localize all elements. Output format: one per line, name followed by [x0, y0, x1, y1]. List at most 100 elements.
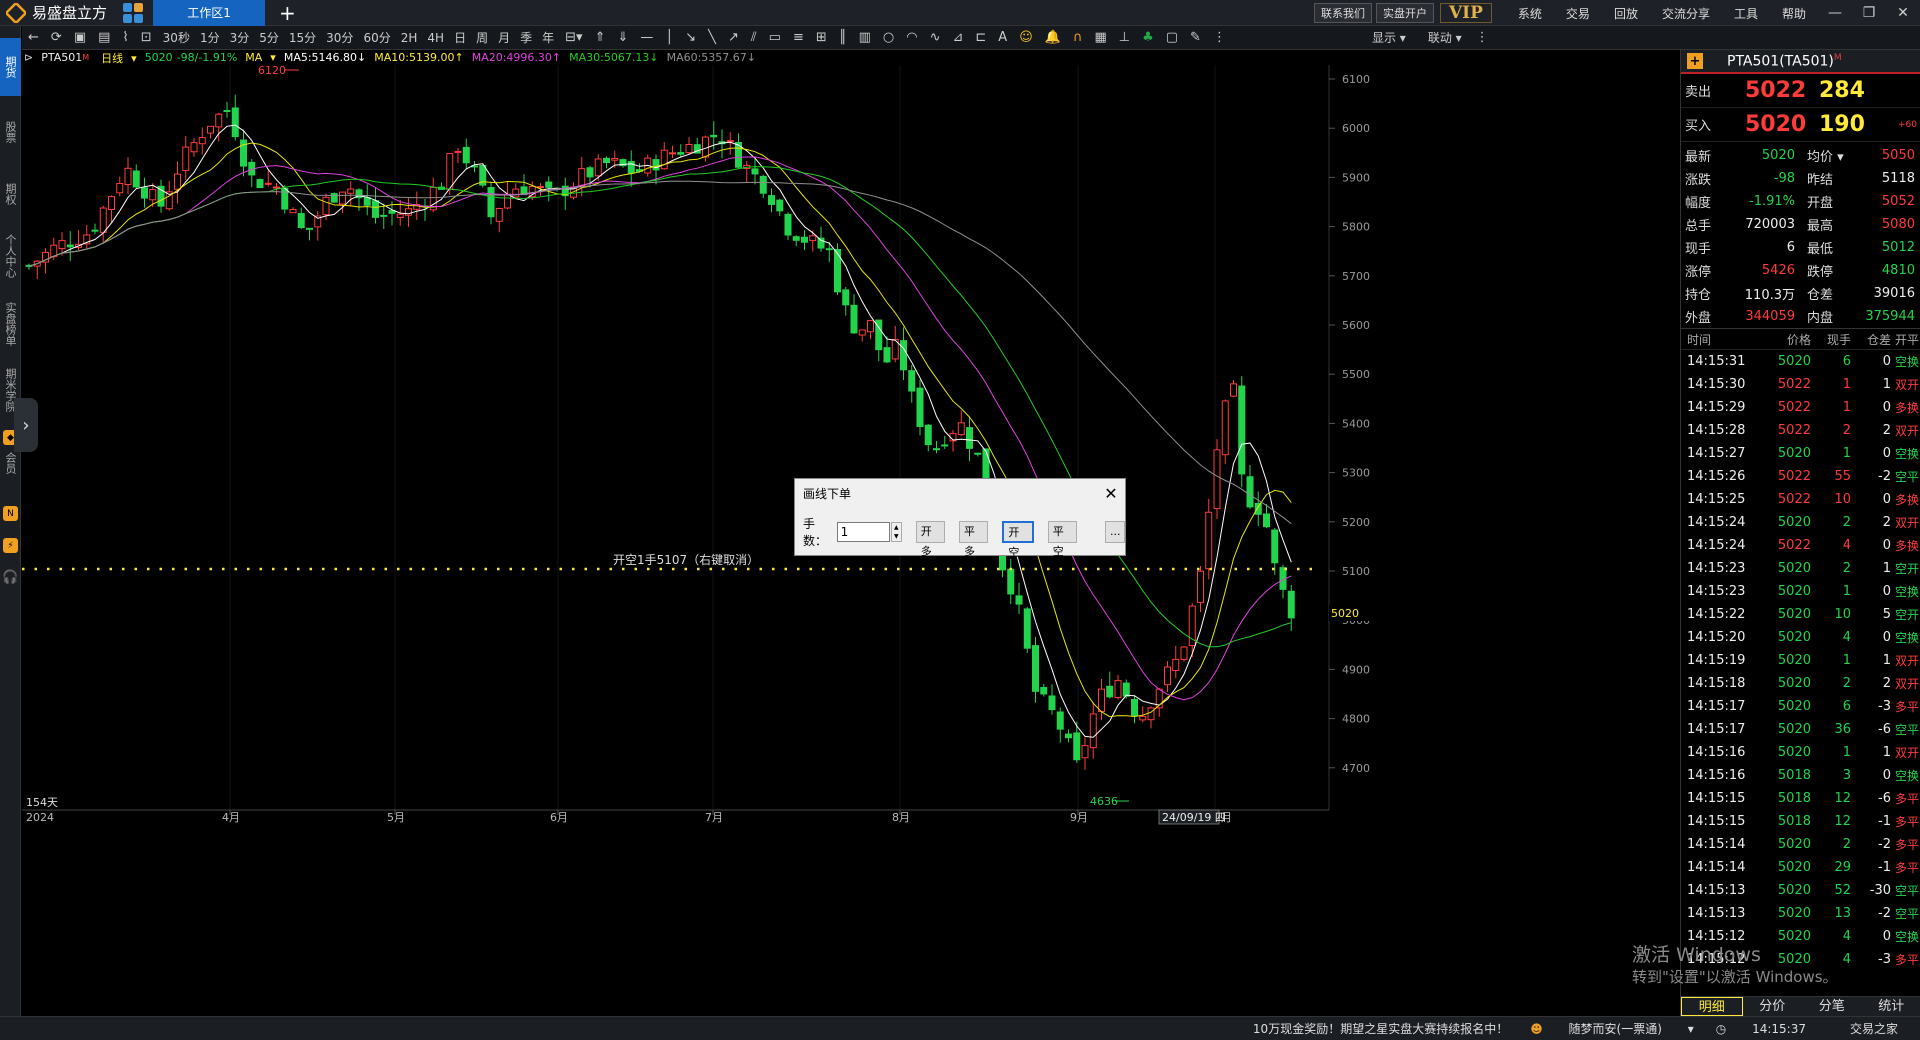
menu-trade[interactable]: 交易 — [1566, 5, 1590, 22]
magnet-icon[interactable]: ∩ — [1073, 30, 1083, 45]
open-account-button[interactable]: 实盘开户 — [1375, 3, 1434, 23]
quote-key[interactable]: 均价 ▾ — [1801, 146, 1851, 165]
sidebar-item-personal[interactable]: 个人中心 — [0, 226, 21, 286]
lock-icon[interactable]: ▢ — [1166, 30, 1178, 45]
arrow-line-icon[interactable]: ↗ — [728, 30, 739, 45]
arc-icon[interactable]: ◠ — [906, 30, 917, 45]
qty-spinner[interactable]: ▲ ▼ — [890, 522, 902, 542]
open-short-button[interactable]: 开空 — [1002, 521, 1034, 559]
symbol-name[interactable]: PTA501 — [41, 51, 82, 64]
close-icon[interactable]: ✕ — [1886, 5, 1920, 21]
period-15m[interactable]: 15分 — [289, 29, 316, 46]
channel-icon[interactable]: ⫽ — [751, 30, 757, 45]
pin-icon[interactable]: ⊥ — [1119, 30, 1130, 45]
zoom-out-icon[interactable]: ⇓ — [617, 30, 628, 45]
apps-grid-icon[interactable] — [123, 2, 144, 23]
tick-list[interactable]: 14:15:31 5020 6 0 空换 14:15:30 5022 1 1 双开 14:15:29… — [1681, 350, 1920, 971]
back-icon[interactable]: ← — [28, 30, 39, 45]
tab-detail[interactable]: 明细 — [1681, 997, 1743, 1016]
grid-line-icon[interactable]: ▥ — [859, 30, 871, 45]
menu-help[interactable]: 帮助 — [1782, 5, 1806, 22]
wave-icon[interactable]: ∿ — [930, 30, 941, 45]
vline-icon[interactable]: │ — [665, 30, 673, 45]
more-tools-icon[interactable]: ⋮ — [1213, 30, 1226, 45]
note-icon[interactable]: ▦ — [1094, 30, 1106, 45]
hline-icon[interactable]: — — [640, 30, 653, 45]
draw-order-icon[interactable]: ✎ — [1190, 30, 1201, 45]
template-icon[interactable]: ⊡ — [141, 30, 152, 45]
more-options-button[interactable]: ... — [1105, 521, 1126, 543]
period-week[interactable]: 周 — [476, 29, 488, 46]
period-year[interactable]: 年 — [542, 29, 554, 46]
period-day[interactable]: 日 — [454, 29, 466, 46]
folder-icon[interactable]: ▤ — [98, 30, 110, 45]
gann-icon[interactable]: ⊞ — [816, 30, 827, 45]
segment-icon[interactable]: ╲ — [708, 30, 716, 45]
circle-icon[interactable]: ○ — [883, 30, 894, 45]
period-quarter[interactable]: 季 — [520, 29, 532, 46]
new-icon[interactable]: N — [3, 506, 18, 521]
dialog-close-icon[interactable]: ✕ — [1097, 484, 1125, 503]
workspace-tab[interactable]: 工作区1 — [153, 0, 266, 26]
period-5m[interactable]: 5分 — [259, 29, 279, 46]
menu-share[interactable]: 交流分享 — [1662, 5, 1710, 22]
display-dropdown[interactable]: 显示 ▾ — [1372, 29, 1406, 46]
qty-input[interactable]: 1 — [836, 522, 890, 542]
tree-icon[interactable]: ♣ — [1142, 30, 1154, 45]
close-short-button[interactable]: 平空 — [1047, 521, 1078, 558]
menu-system[interactable]: 系统 — [1518, 5, 1542, 22]
custom-period-icon[interactable]: ⊟▾ — [565, 30, 582, 45]
ray-icon[interactable]: ↘ — [685, 30, 696, 45]
save-icon[interactable]: ▣ — [74, 30, 86, 45]
contact-us-button[interactable]: 联系我们 — [1313, 3, 1372, 23]
sidebar-item-futures[interactable]: 期货 — [0, 38, 21, 96]
link-dropdown[interactable]: 联动 ▾ — [1428, 29, 1462, 46]
chart-settings-icon[interactable]: ⋮ — [1476, 30, 1489, 45]
period-month[interactable]: 月 — [498, 29, 510, 46]
sidebar-item-options[interactable]: 期权 — [0, 168, 21, 220]
user-label[interactable]: ☻ 随梦而安(一票通) ▾ — [1530, 1020, 1694, 1037]
contract-icon[interactable]: ⊳ — [24, 51, 33, 64]
ask-row[interactable]: 卖出 5022 284 — [1681, 74, 1920, 108]
bid-row[interactable]: 买入 5020 190 +60 — [1681, 108, 1920, 142]
refresh-icon[interactable]: ⟳ — [51, 30, 62, 45]
period-4h[interactable]: 4H — [427, 31, 444, 45]
period-line-icon[interactable]: ║ — [839, 30, 847, 45]
minimize-icon[interactable]: — — [1818, 5, 1852, 21]
add-contract-icon[interactable]: + — [1687, 53, 1703, 69]
text-icon[interactable]: A — [998, 30, 1007, 45]
period-60m[interactable]: 60分 — [363, 29, 390, 46]
menu-tools[interactable]: 工具 — [1734, 5, 1758, 22]
tab-ticks[interactable]: 分笔 — [1802, 997, 1862, 1016]
close-long-button[interactable]: 平多 — [959, 521, 989, 558]
tab-price-dist[interactable]: 分价 — [1743, 997, 1803, 1016]
period-3m[interactable]: 3分 — [230, 29, 250, 46]
headset-icon[interactable]: 🎧 — [2, 570, 19, 585]
open-long-button[interactable]: 开多 — [915, 521, 946, 558]
indicator-icon[interactable]: ⌇ — [122, 30, 128, 45]
ruler-icon[interactable]: ⊿ — [952, 30, 963, 45]
period-1m[interactable]: 1分 — [200, 29, 220, 46]
maximize-icon[interactable]: ❐ — [1852, 5, 1886, 21]
alert-icon[interactable]: 🔔 — [1045, 30, 1061, 45]
rect-icon[interactable]: ▭ — [769, 30, 781, 45]
ma-selector[interactable]: MA ▾ — [245, 51, 276, 64]
emoji-icon[interactable]: ☺ — [1019, 30, 1033, 45]
sidebar-item-ranking[interactable]: 实盘榜单 — [0, 294, 21, 354]
menu-replay[interactable]: 回放 — [1614, 5, 1638, 22]
fib-icon[interactable]: ≡ — [793, 30, 804, 45]
period-30m[interactable]: 30分 — [326, 29, 353, 46]
vip-badge[interactable]: VIP — [1439, 3, 1492, 23]
box-icon[interactable]: ⊏ — [975, 30, 986, 45]
news-ticker[interactable]: 10万现金奖励！期望之星实盘大赛持续报名中！ — [1253, 1020, 1508, 1037]
flash-icon[interactable]: ⚡ — [3, 538, 18, 553]
period-label[interactable]: 日线 ▾ — [101, 50, 137, 65]
add-workspace-icon[interactable]: + — [279, 3, 296, 23]
period-30s[interactable]: 30秒 — [163, 29, 190, 46]
tab-stats[interactable]: 统计 — [1862, 997, 1920, 1016]
sidebar-item-stocks[interactable]: 股票 — [0, 106, 21, 158]
period-2h[interactable]: 2H — [401, 31, 418, 45]
tick-oi-change: -2 — [1878, 469, 1891, 484]
kline-chart[interactable]: 开空1手5107（右键取消） 6120 4636 6100 6000 5900 580… — [22, 65, 1432, 1010]
zoom-in-icon[interactable]: ⇑ — [595, 30, 606, 45]
